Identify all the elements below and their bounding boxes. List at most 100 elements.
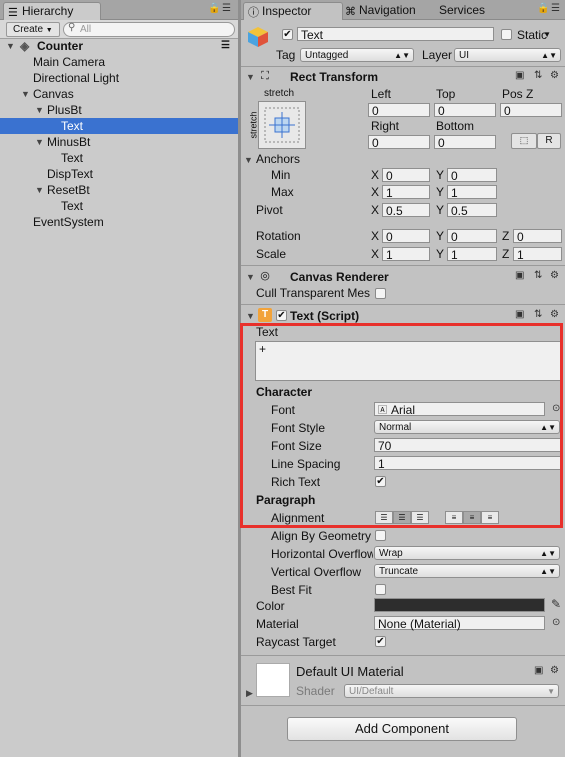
foldout-right-arrow-icon[interactable]: ▶ bbox=[246, 688, 253, 699]
preset-sliders-icon[interactable]: ⇅ bbox=[534, 70, 542, 82]
gear-icon[interactable]: ⚙ bbox=[550, 665, 559, 677]
blueprint-mode-button[interactable]: ⬚ bbox=[511, 133, 537, 149]
list-item[interactable]: EventSystem bbox=[0, 214, 238, 230]
tab-hierarchy[interactable]: ☰ Hierarchy bbox=[3, 2, 101, 20]
gameobject-cube-icon bbox=[247, 26, 269, 48]
list-item-label: PlusBt bbox=[47, 103, 82, 117]
lock-icon[interactable]: 🔒 bbox=[537, 3, 549, 14]
color-swatch[interactable] bbox=[374, 598, 545, 612]
cull-transparent-mesh-checkbox[interactable] bbox=[375, 288, 386, 299]
right-field[interactable]: 0 bbox=[368, 135, 430, 150]
expand-arrow-icon[interactable]: ▼ bbox=[21, 86, 30, 102]
list-item[interactable]: Directional Light bbox=[0, 70, 238, 86]
rotation-y-value: 0 bbox=[451, 230, 458, 244]
foldout-arrow-icon[interactable]: ▼ bbox=[246, 72, 255, 82]
align-by-geometry-checkbox[interactable] bbox=[375, 530, 386, 541]
expand-arrow-icon[interactable]: ▼ bbox=[35, 102, 44, 118]
foldout-arrow-icon[interactable]: ▼ bbox=[246, 311, 255, 321]
horizontal-overflow-dropdown[interactable]: Wrap ▲▼ bbox=[374, 546, 560, 560]
panel-menu-icon[interactable]: ☰ bbox=[222, 3, 231, 14]
object-picker-icon[interactable]: ⊙ bbox=[552, 617, 560, 629]
max-x-field[interactable]: 1 bbox=[382, 185, 430, 200]
right-label: Right bbox=[371, 119, 400, 133]
help-book-icon[interactable]: ▣ bbox=[534, 665, 543, 677]
gear-icon[interactable]: ⚙ bbox=[550, 70, 559, 82]
best-fit-checkbox[interactable] bbox=[375, 584, 386, 595]
list-item-selected[interactable]: Text bbox=[0, 118, 238, 134]
list-item[interactable]: ▼ MinusBt bbox=[0, 134, 238, 150]
list-item[interactable]: ▼ Canvas bbox=[0, 86, 238, 102]
hierarchy-panel: ☰ Hierarchy 🔒 ☰ Create ▼ ⚲ All ▼ ◈ Count… bbox=[0, 0, 238, 757]
pivot-y-field[interactable]: 0.5 bbox=[447, 203, 497, 218]
layer-dropdown[interactable]: UI ▲▼ bbox=[454, 48, 561, 62]
scale-x-field[interactable]: 1 bbox=[382, 247, 430, 262]
object-name-field[interactable]: Text bbox=[297, 27, 494, 42]
list-item[interactable]: Text bbox=[0, 150, 238, 166]
help-book-icon[interactable]: ▣ bbox=[515, 70, 524, 82]
scene-row[interactable]: ▼ ◈ Counter ☰ bbox=[0, 38, 238, 54]
min-y-field[interactable]: 0 bbox=[447, 168, 497, 183]
create-button[interactable]: Create ▼ bbox=[6, 22, 60, 37]
max-y-field[interactable]: 1 bbox=[447, 185, 497, 200]
tab-hierarchy-label: Hierarchy bbox=[22, 4, 74, 18]
tab-inspector[interactable]: ⓘ Inspector bbox=[243, 2, 343, 20]
anchor-preset-button[interactable] bbox=[258, 101, 306, 149]
preset-sliders-icon[interactable]: ⇅ bbox=[534, 309, 542, 321]
help-book-icon[interactable]: ▣ bbox=[515, 309, 524, 321]
scene-menu-icon[interactable]: ☰ bbox=[221, 38, 230, 54]
rotation-y-field[interactable]: 0 bbox=[447, 229, 497, 244]
preset-sliders-icon[interactable]: ⇅ bbox=[534, 270, 542, 282]
expand-arrow-icon[interactable]: ▼ bbox=[6, 38, 15, 54]
foldout-arrow-icon[interactable]: ▼ bbox=[246, 272, 255, 282]
list-item[interactable]: Text bbox=[0, 198, 238, 214]
help-book-icon[interactable]: ▣ bbox=[515, 270, 524, 282]
material-field[interactable]: None (Material) bbox=[374, 616, 545, 631]
list-item[interactable]: Main Camera bbox=[0, 54, 238, 70]
active-checkbox[interactable]: ✔ bbox=[282, 29, 293, 40]
left-field[interactable]: 0 bbox=[368, 103, 430, 118]
scale-y-field[interactable]: 1 bbox=[447, 247, 497, 262]
pivot-x-field[interactable]: 0.5 bbox=[382, 203, 430, 218]
y-label: Y bbox=[436, 229, 445, 243]
text-component-enabled-checkbox[interactable]: ✔ bbox=[276, 310, 287, 321]
bottom-field[interactable]: 0 bbox=[434, 135, 496, 150]
lock-icon[interactable]: 🔒 bbox=[208, 3, 220, 14]
gear-icon[interactable]: ⚙ bbox=[550, 309, 559, 321]
tab-services[interactable]: Services bbox=[423, 2, 485, 19]
expand-arrow-icon[interactable]: ▼ bbox=[35, 134, 44, 150]
gear-icon[interactable]: ⚙ bbox=[550, 270, 559, 282]
list-item[interactable]: ▼ ResetBt bbox=[0, 182, 238, 198]
scale-z-field[interactable]: 1 bbox=[513, 247, 562, 262]
vertical-overflow-dropdown[interactable]: Truncate ▲▼ bbox=[374, 564, 560, 578]
raycast-target-label: Raycast Target bbox=[256, 635, 336, 649]
top-field[interactable]: 0 bbox=[434, 103, 496, 118]
foldout-arrow-icon[interactable]: ▼ bbox=[244, 155, 253, 165]
search-placeholder: All bbox=[80, 24, 92, 35]
list-item[interactable]: ▼ PlusBt bbox=[0, 102, 238, 118]
rotation-z-field[interactable]: 0 bbox=[513, 229, 562, 244]
raycast-target-checkbox[interactable]: ✔ bbox=[375, 636, 386, 647]
dashed-box-icon: ⬚ bbox=[519, 135, 529, 145]
eyedropper-icon[interactable]: ✎ bbox=[551, 598, 561, 610]
expand-arrow-icon[interactable]: ▼ bbox=[35, 182, 44, 198]
y-label: Y bbox=[436, 247, 445, 261]
tab-navigation[interactable]: ⌘ Navigation bbox=[341, 2, 416, 19]
static-dropdown[interactable]: ▼ bbox=[540, 28, 554, 42]
static-checkbox[interactable] bbox=[501, 29, 512, 40]
list-item[interactable]: DispText bbox=[0, 166, 238, 182]
search-input[interactable]: ⚲ All bbox=[63, 22, 235, 37]
navigation-icon: ⌘ bbox=[345, 6, 356, 18]
rotation-x-field[interactable]: 0 bbox=[382, 229, 430, 244]
max-label: Max bbox=[271, 185, 294, 199]
min-x-field[interactable]: 0 bbox=[382, 168, 430, 183]
posz-field[interactable]: 0 bbox=[500, 103, 562, 118]
inspector-tabbar: ⓘ Inspector ⌘ Navigation Services 🔒 ☰ bbox=[241, 0, 565, 20]
panel-menu-icon[interactable]: ☰ bbox=[551, 3, 560, 14]
shader-label: Shader bbox=[296, 684, 335, 698]
tag-dropdown[interactable]: Untagged ▲▼ bbox=[300, 48, 414, 62]
z-label: Z bbox=[502, 247, 510, 261]
x-label: X bbox=[371, 168, 380, 182]
raw-edit-button[interactable]: R bbox=[537, 133, 561, 149]
add-component-button[interactable]: Add Component bbox=[287, 717, 517, 741]
horizontal-overflow-value: Wrap bbox=[379, 548, 403, 559]
